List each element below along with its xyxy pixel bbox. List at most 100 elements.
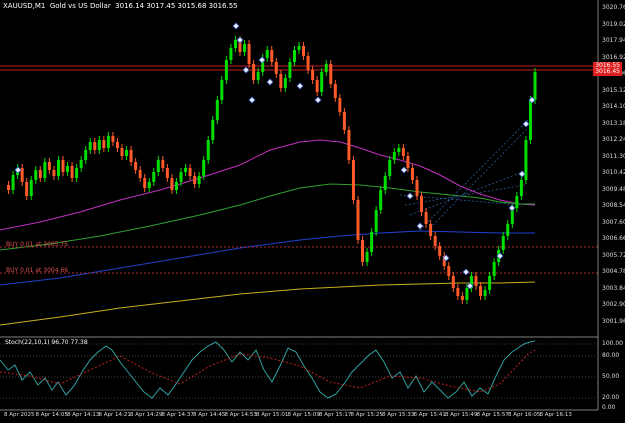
bull-candle bbox=[224, 60, 228, 80]
stoch-label: Stoch(22,10,1) 96.70 77.38 bbox=[5, 339, 88, 346]
stoch-level-label: 0.00 bbox=[602, 404, 616, 411]
price-tick-label: 3020.76 bbox=[602, 4, 625, 11]
order-lines bbox=[0, 65, 598, 274]
bull-candle bbox=[320, 72, 324, 92]
bear-candle bbox=[302, 46, 306, 56]
symbol-description: Gold vs US Dollar bbox=[49, 2, 111, 10]
bear-candle bbox=[193, 176, 197, 184]
bull-candle bbox=[11, 175, 15, 190]
trade-marker bbox=[242, 66, 250, 74]
trade-marker bbox=[14, 166, 22, 174]
bear-candle bbox=[25, 182, 29, 196]
price-tick-label: 3015.12 bbox=[602, 86, 625, 94]
bear-candle bbox=[111, 136, 115, 142]
price-tick-label: 3004.78 bbox=[602, 268, 625, 276]
bull-candle bbox=[374, 210, 378, 232]
bull-candle bbox=[202, 160, 206, 176]
bear-candle bbox=[120, 148, 124, 156]
bear-candle bbox=[356, 200, 360, 240]
bull-candle bbox=[75, 168, 79, 178]
order-label-buy2[interactable]: BUY 0.01 at 3004.66 bbox=[4, 267, 70, 275]
chart-canvas[interactable] bbox=[0, 0, 625, 423]
bear-candle bbox=[311, 70, 315, 80]
bull-candle bbox=[515, 196, 519, 208]
bull-candle bbox=[179, 172, 183, 182]
bull-candle bbox=[256, 72, 260, 80]
bull-candle bbox=[84, 150, 88, 160]
bull-candle bbox=[43, 162, 47, 178]
bear-candle bbox=[333, 84, 337, 98]
bull-candle bbox=[29, 180, 33, 196]
bull-candle bbox=[56, 160, 60, 176]
bull-candle bbox=[397, 148, 401, 152]
price-tick-label: 3008.54 bbox=[602, 202, 625, 210]
bull-candle bbox=[283, 78, 287, 88]
bull-candle bbox=[211, 120, 215, 140]
bear-candle bbox=[170, 178, 174, 190]
bull-candle bbox=[88, 142, 92, 150]
bear-candle bbox=[165, 168, 169, 178]
bear-candle bbox=[438, 246, 442, 256]
trade-arrows bbox=[399, 117, 531, 231]
ohlc-values: 3016.14 3017.45 3015.68 3016.55 bbox=[115, 2, 238, 10]
trade-marker bbox=[296, 82, 304, 90]
price-tick-label: 3012.24 bbox=[602, 136, 625, 144]
bear-candle bbox=[401, 148, 405, 156]
bull-candle bbox=[519, 180, 523, 196]
chart-header: XAUUSD,M1 Gold vs US Dollar 3016.14 3017… bbox=[3, 2, 238, 10]
trade-marker bbox=[522, 120, 530, 128]
price-tick-label: 3005.72 bbox=[602, 251, 625, 259]
bull-candle bbox=[125, 150, 129, 156]
price-tick-label: 3009.48 bbox=[602, 185, 625, 193]
bear-candle bbox=[433, 236, 437, 246]
price-tick-label: 3003.84 bbox=[602, 284, 625, 292]
bull-candle bbox=[492, 262, 496, 276]
price-tick-label: 3011.30 bbox=[602, 152, 625, 160]
bear-candle bbox=[406, 156, 410, 168]
stoch-level-label: 100.00 bbox=[602, 340, 623, 347]
bull-candle bbox=[383, 176, 387, 190]
bear-candle bbox=[315, 80, 319, 92]
ma-green bbox=[0, 183, 535, 251]
trade-marker bbox=[518, 170, 526, 178]
trade-marker bbox=[416, 222, 424, 230]
bull-candle bbox=[233, 40, 237, 48]
bull-candle bbox=[528, 100, 532, 140]
price-tick-label: 3013.18 bbox=[602, 119, 625, 127]
bull-candle bbox=[324, 64, 328, 72]
bear-candle bbox=[188, 168, 192, 176]
bull-candle bbox=[152, 172, 156, 182]
bull-candle bbox=[297, 46, 301, 50]
bear-candle bbox=[61, 160, 65, 172]
bear-candle bbox=[342, 112, 346, 130]
bear-candle bbox=[7, 185, 11, 190]
price-tick-label: 3014.10 bbox=[602, 103, 625, 111]
stoch-main bbox=[0, 340, 536, 399]
bear-candle bbox=[161, 160, 165, 168]
bear-candle bbox=[347, 130, 351, 160]
price-tick-label: 3002.90 bbox=[602, 301, 625, 309]
bull-candle bbox=[288, 62, 292, 78]
bull-candle bbox=[66, 166, 70, 172]
bear-candle bbox=[479, 286, 483, 296]
bull-candle bbox=[365, 252, 369, 262]
price-tick-label: 3006.66 bbox=[602, 235, 625, 243]
trade-marker bbox=[314, 96, 322, 104]
bull-candle bbox=[506, 224, 510, 236]
bull-candle bbox=[206, 140, 210, 160]
bear-candle bbox=[70, 166, 74, 178]
price-tick-label: 3017.94 bbox=[602, 37, 625, 45]
bull-candle bbox=[156, 160, 160, 172]
bear-candle bbox=[329, 64, 333, 84]
bear-candle bbox=[415, 180, 419, 196]
trade-marker bbox=[248, 96, 256, 104]
order-label-buy1[interactable]: BUY 0.01 at 3005.75 bbox=[4, 241, 70, 249]
bear-candle bbox=[410, 168, 414, 180]
bear-candle bbox=[460, 296, 464, 300]
bull-candle bbox=[184, 168, 188, 172]
price-tick-label: 3007.60 bbox=[602, 218, 625, 226]
bear-candle bbox=[306, 56, 310, 70]
bear-candle bbox=[456, 288, 460, 296]
bear-candle bbox=[52, 170, 56, 176]
bear-candle bbox=[274, 62, 278, 74]
